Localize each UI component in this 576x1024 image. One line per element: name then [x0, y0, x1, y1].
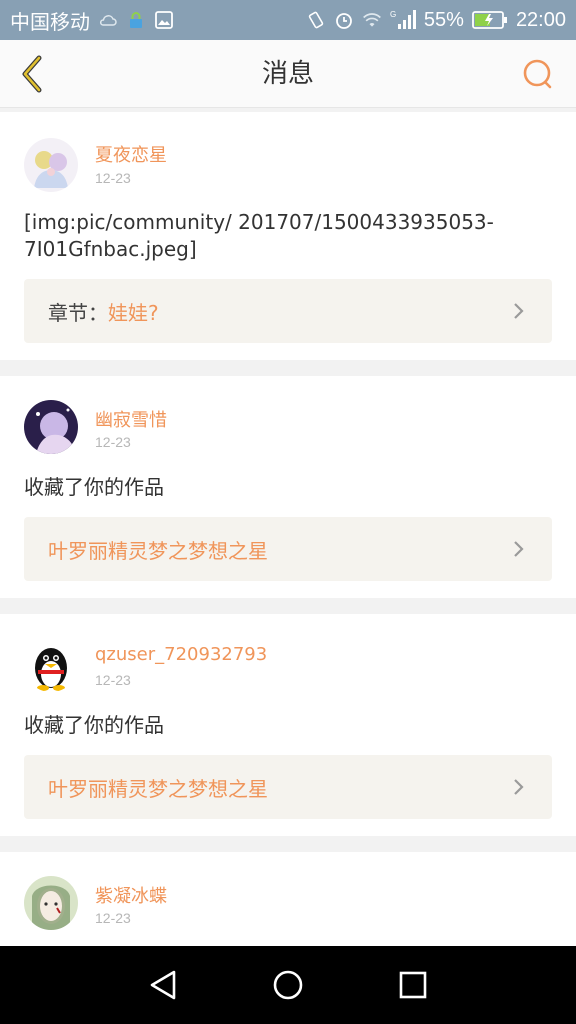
work-link[interactable]: 叶罗丽精灵梦之梦想之星	[24, 755, 552, 819]
message-date: 12-23	[95, 910, 131, 926]
system-nav-bar	[0, 946, 576, 1024]
message-card: 夏夜恋星 12-23 [img:pic/community/ 201707/15…	[0, 112, 576, 360]
chevron-right-icon	[508, 777, 528, 797]
message-content: 收藏了你的作品	[24, 475, 164, 499]
message-date: 12-23	[95, 170, 131, 186]
app-header: 消息	[0, 40, 576, 108]
alarm-icon	[334, 10, 354, 30]
message-date: 12-23	[95, 672, 131, 688]
avatar[interactable]	[24, 638, 78, 692]
avatar[interactable]	[24, 138, 78, 192]
work-link[interactable]: 叶罗丽精灵梦之梦想之星	[24, 517, 552, 581]
carrier-name: 中国移动	[10, 11, 90, 34]
vibrate-icon	[306, 10, 326, 30]
message-content: [img:pic/community/ 201707/1500433935053…	[24, 210, 494, 261]
svg-text:G: G	[390, 10, 396, 19]
nav-home-button[interactable]	[266, 963, 310, 1007]
lock-icon	[126, 10, 146, 30]
message-date: 12-23	[95, 434, 131, 450]
circle-home-icon	[273, 970, 303, 1000]
chevron-right-icon	[508, 301, 528, 321]
nav-back-button[interactable]	[141, 963, 185, 1007]
username[interactable]: qzuser_720932793	[95, 644, 267, 665]
chapter-link[interactable]: 章节： 娃娃?	[24, 279, 552, 343]
username[interactable]: 紫凝冰蝶	[95, 882, 167, 908]
square-recents-icon	[400, 971, 427, 999]
battery-charging-icon	[472, 10, 508, 30]
ref-title: 叶罗丽精灵梦之梦想之星	[48, 538, 268, 563]
wifi-icon	[362, 10, 382, 30]
message-content: 收藏了你的作品	[24, 713, 164, 737]
battery-percent: 55%	[423, 8, 464, 31]
nav-recents-button[interactable]	[391, 963, 435, 1007]
search-icon	[523, 59, 552, 89]
chevron-right-icon	[508, 539, 528, 559]
triangle-back-icon	[150, 970, 175, 1000]
message-card: 幽寂雪惜 12-23 收藏了你的作品 叶罗丽精灵梦之梦想之星	[0, 376, 576, 598]
image-icon	[154, 10, 174, 30]
ref-title: 叶罗丽精灵梦之梦想之星	[48, 776, 268, 801]
ref-label: 章节：	[48, 300, 108, 325]
ref-title: 娃娃?	[108, 300, 159, 325]
message-card: qzuser_720932793 12-23 收藏了你的作品 叶罗丽精灵梦之梦想…	[0, 614, 576, 836]
cloud-icon	[98, 10, 118, 30]
clock-time: 22:00	[515, 8, 566, 31]
message-list: 夏夜恋星 12-23 [img:pic/community/ 201707/15…	[0, 112, 576, 988]
username[interactable]: 幽寂雪惜	[95, 406, 167, 432]
avatar[interactable]	[24, 400, 78, 454]
avatar[interactable]	[24, 876, 78, 930]
username[interactable]: 夏夜恋星	[95, 141, 167, 167]
cellular-signal-icon: G	[390, 10, 416, 30]
page-title: 消息	[261, 59, 314, 89]
status-bar: 中国移动 G 55% 22:00	[0, 0, 576, 40]
search-button[interactable]	[518, 54, 558, 94]
